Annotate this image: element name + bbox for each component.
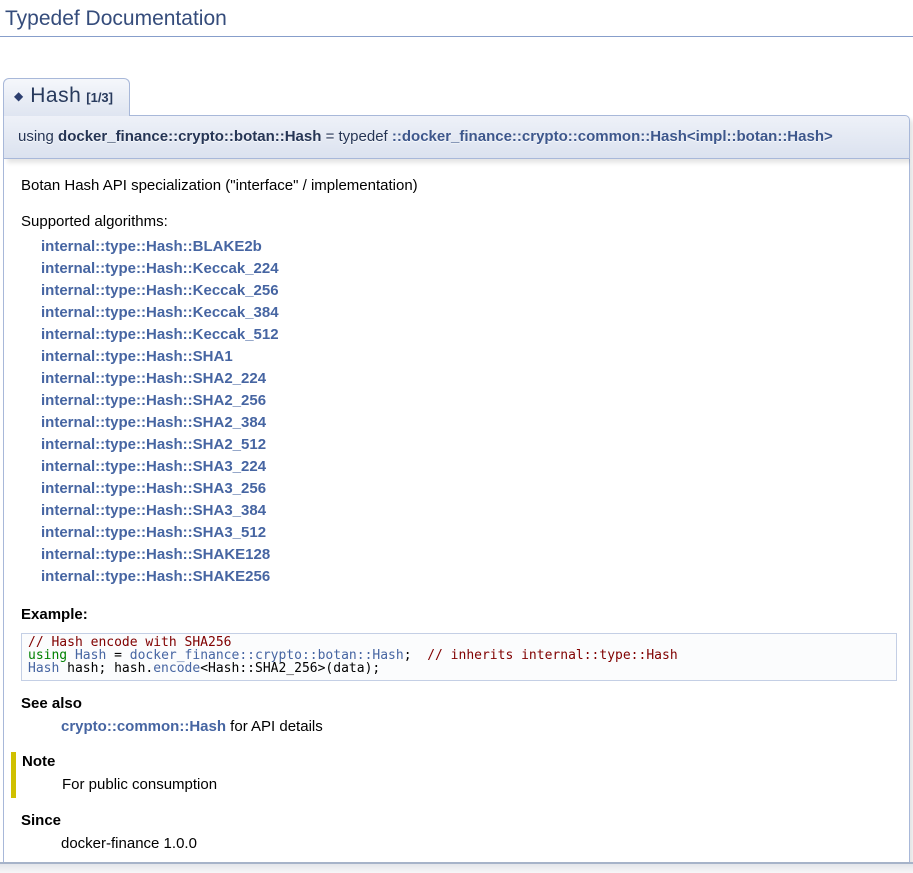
algorithm-link[interactable]: internal::type::Hash::SHAKE128 <box>41 546 270 563</box>
algorithm-link[interactable]: internal::type::Hash::Keccak_224 <box>41 260 279 277</box>
decl-prefix: using <box>18 128 58 145</box>
decl-target-link[interactable]: ::docker_finance::crypto::common::Hash<i… <box>392 128 833 145</box>
member-doc: Botan Hash API specialization ("interfac… <box>3 159 910 867</box>
note-label: Note <box>22 752 897 772</box>
note-text: For public consumption <box>62 775 897 795</box>
since-text: docker-finance 1.0.0 <box>61 834 897 854</box>
member-description: Botan Hash API specialization ("interfac… <box>21 176 897 195</box>
decl-name: docker_finance::crypto::botan::Hash <box>58 128 321 145</box>
code-link[interactable]: Hash <box>28 661 59 676</box>
algorithm-link[interactable]: internal::type::Hash::SHA2_512 <box>41 436 266 453</box>
code-token: <Hash::SHA2_256>(data); <box>200 661 380 676</box>
code-fragment: // Hash encode with SHA256 using Hash = … <box>21 633 897 681</box>
see-also-text: for API details <box>226 718 323 735</box>
list-item: internal::type::Hash::SHA2_512 <box>41 434 897 456</box>
code-token: ; <box>404 648 427 663</box>
see-also-link[interactable]: crypto::common::Hash <box>61 718 226 735</box>
list-item: internal::type::Hash::Keccak_384 <box>41 302 897 324</box>
list-item: internal::type::Hash::SHAKE256 <box>41 566 897 588</box>
since-label: Since <box>21 811 897 831</box>
list-item: internal::type::Hash::SHA2_224 <box>41 368 897 390</box>
algorithm-link[interactable]: internal::type::Hash::SHA2_224 <box>41 370 266 387</box>
list-item: internal::type::Hash::SHA3_224 <box>41 456 897 478</box>
algorithm-link[interactable]: internal::type::Hash::SHA3_512 <box>41 524 266 541</box>
page-title: Typedef Documentation <box>0 0 913 37</box>
see-also-section: See also crypto::common::Hash for API de… <box>21 694 897 737</box>
code-token: // inherits internal::type::Hash <box>427 648 677 663</box>
code-line: Hash hash; hash.encode<Hash::SHA2_256>(d… <box>28 663 890 676</box>
note-section: Note For public consumption <box>11 752 897 798</box>
list-item: internal::type::Hash::SHA3_384 <box>41 500 897 522</box>
list-item: internal::type::Hash::SHA1 <box>41 346 897 368</box>
member-title: Hash <box>30 84 81 107</box>
algorithm-link[interactable]: internal::type::Hash::Keccak_512 <box>41 326 279 343</box>
see-also-content: crypto::common::Hash for API details <box>61 717 897 737</box>
member-index-badge: [1/3] <box>86 90 113 105</box>
example-label: Example: <box>21 605 897 624</box>
code-token: hash; hash. <box>59 661 153 676</box>
algorithm-link[interactable]: internal::type::Hash::SHAKE256 <box>41 568 270 585</box>
see-also-label: See also <box>21 694 897 714</box>
list-item: internal::type::Hash::SHA3_512 <box>41 522 897 544</box>
list-item: internal::type::Hash::Keccak_256 <box>41 280 897 302</box>
list-item: internal::type::Hash::Keccak_512 <box>41 324 897 346</box>
algorithm-link[interactable]: internal::type::Hash::SHA2_384 <box>41 414 266 431</box>
algorithm-link[interactable]: internal::type::Hash::SHA3_224 <box>41 458 266 475</box>
member-prototype: using docker_finance::crypto::botan::Has… <box>3 115 910 159</box>
list-item: internal::type::Hash::SHA3_256 <box>41 478 897 500</box>
list-item: internal::type::Hash::BLAKE2b <box>41 236 897 258</box>
list-item: internal::type::Hash::SHA2_256 <box>41 390 897 412</box>
algorithm-link[interactable]: internal::type::Hash::BLAKE2b <box>41 238 262 255</box>
algorithm-link[interactable]: internal::type::Hash::SHA3_256 <box>41 480 266 497</box>
permalink-diamond-icon[interactable]: ◆ <box>14 89 23 103</box>
list-item: internal::type::Hash::SHA2_384 <box>41 412 897 434</box>
supported-algorithms-label: Supported algorithms: <box>21 212 897 231</box>
algorithm-link[interactable]: internal::type::Hash::SHA3_384 <box>41 502 266 519</box>
member-tab: ◆ Hash [1/3] <box>3 78 130 116</box>
algorithm-link[interactable]: internal::type::Hash::Keccak_256 <box>41 282 279 299</box>
decl-equals: = typedef <box>321 128 391 145</box>
list-item: internal::type::Hash::SHAKE128 <box>41 544 897 566</box>
algorithm-link[interactable]: internal::type::Hash::Keccak_384 <box>41 304 279 321</box>
list-item: internal::type::Hash::Keccak_224 <box>41 258 897 280</box>
code-link[interactable]: encode <box>153 661 200 676</box>
algorithm-list: internal::type::Hash::BLAKE2b internal::… <box>21 236 897 588</box>
member-item: ◆Hash[1/3] using docker_finance::crypto:… <box>3 78 910 867</box>
footer-divider <box>0 862 913 873</box>
since-section: Since docker-finance 1.0.0 <box>21 811 897 854</box>
algorithm-link[interactable]: internal::type::Hash::SHA1 <box>41 348 233 365</box>
algorithm-link[interactable]: internal::type::Hash::SHA2_256 <box>41 392 266 409</box>
